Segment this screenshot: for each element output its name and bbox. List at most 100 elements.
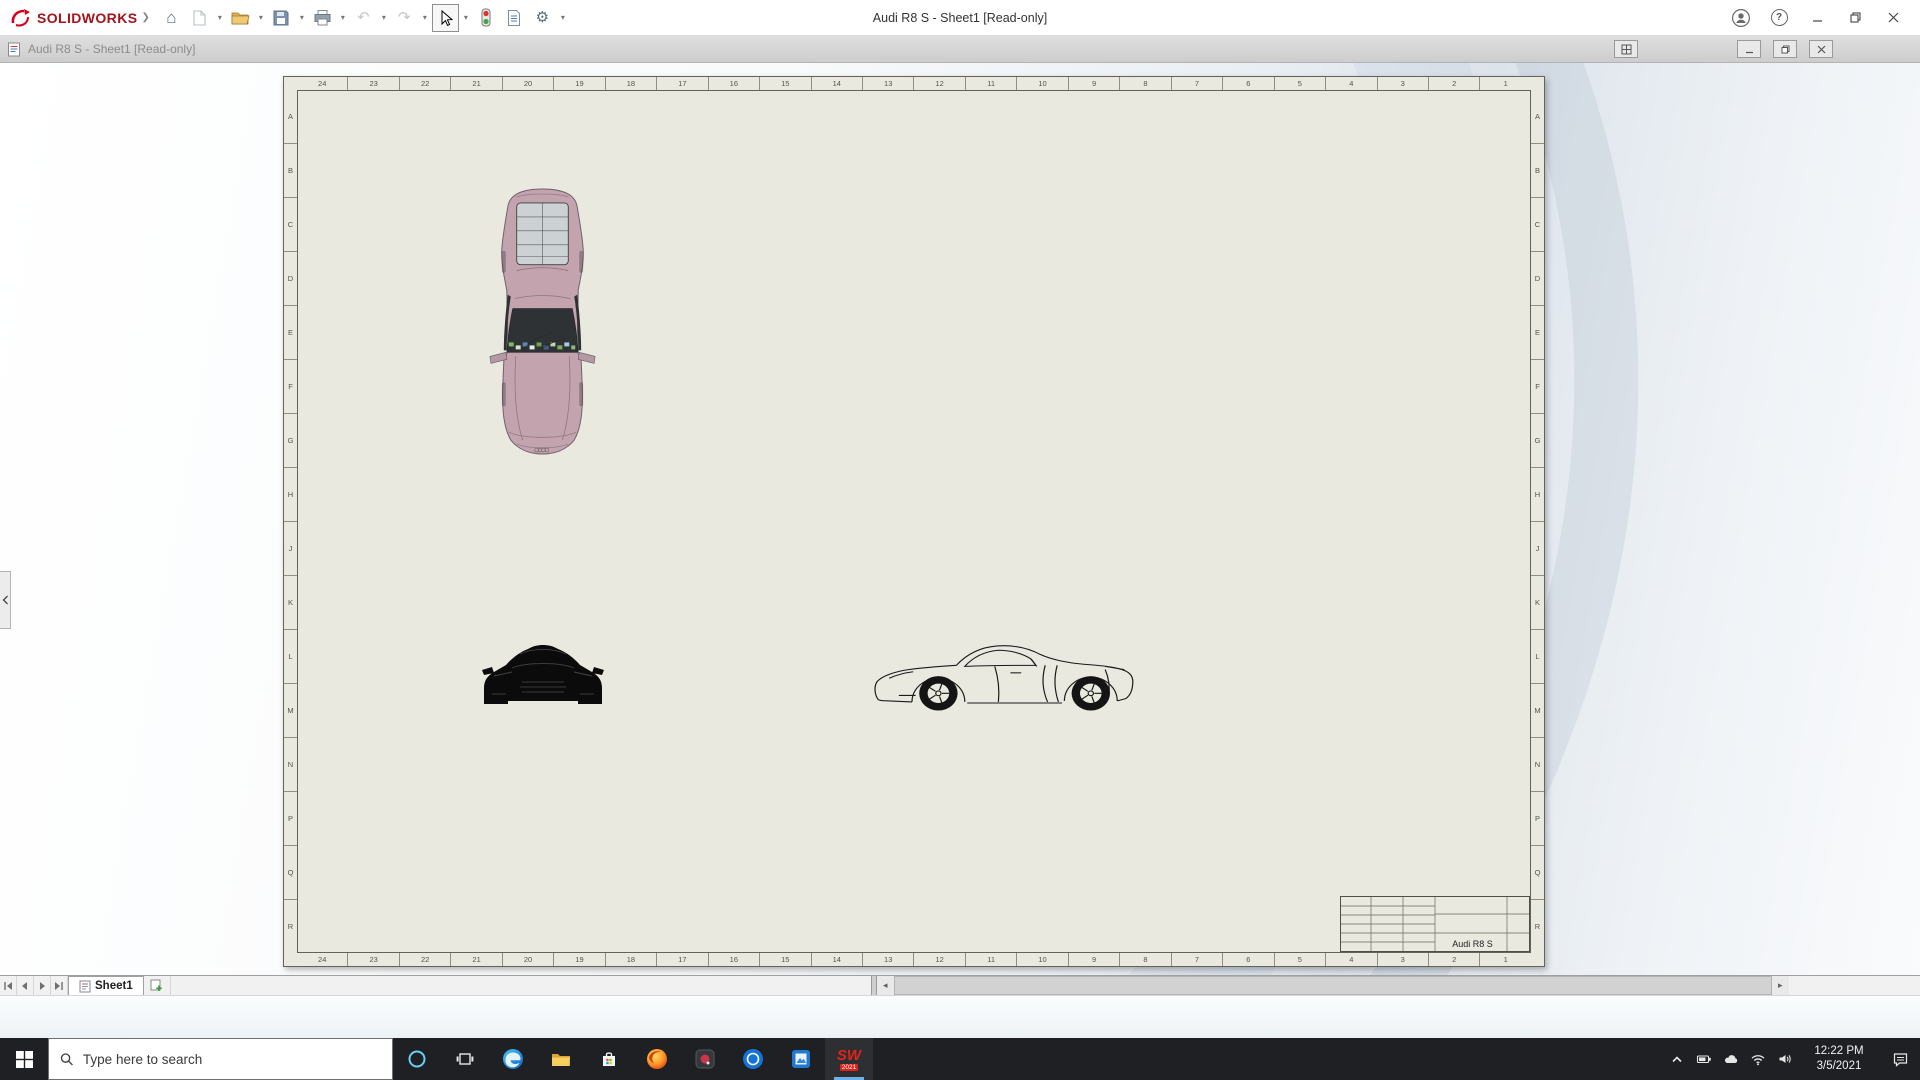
redo-button[interactable]: ↷ — [391, 4, 418, 32]
action-center-button[interactable] — [1880, 1038, 1920, 1080]
media-app-icon — [695, 1049, 715, 1069]
minimize-button[interactable] — [1800, 3, 1834, 33]
first-sheet-icon — [4, 981, 12, 990]
zone-ruler-bottom: 24 23 22 21 20 19 18 17 16 15 14 13 12 11 10 9 8 7 6 5 4 3 2 1 — [297, 953, 1531, 966]
sheet-tab-bar: Sheet1 ◂ ▸ — [0, 975, 1920, 995]
graphics-area[interactable]: 24 23 22 21 20 19 18 17 16 15 14 13 12 11 10 9 8 7 6 5 4 3 2 1 … — [0, 63, 1920, 975]
next-sheet-button[interactable] — [34, 976, 51, 995]
blue-round-app-icon — [743, 1049, 763, 1069]
rebuild-stoplight-icon — [481, 8, 491, 27]
redo-dropdown[interactable]: ▾ — [419, 4, 431, 32]
options-dropdown[interactable]: ▾ — [557, 4, 569, 32]
microsoft-store-button[interactable] — [585, 1038, 633, 1080]
solidworks-app-button[interactable]: SW 2021 — [825, 1038, 873, 1080]
task-view-icon — [456, 1053, 474, 1065]
edge-browser-button[interactable] — [489, 1038, 537, 1080]
home-button[interactable]: ⌂ — [158, 4, 185, 32]
new-document-button[interactable] — [186, 4, 213, 32]
file-explorer-icon — [552, 1054, 570, 1066]
open-dropdown[interactable]: ▾ — [255, 4, 267, 32]
task-view-button[interactable] — [441, 1038, 489, 1080]
rebuild-button[interactable] — [473, 4, 500, 32]
save-button[interactable] — [268, 4, 295, 32]
zone-ruler-right: ABCDEFGHJKLMNPQR — [1531, 90, 1544, 953]
hidden-icons-button[interactable] — [1663, 1038, 1690, 1080]
new-document-dropdown[interactable]: ▾ — [214, 4, 226, 32]
doc-close-button[interactable] — [1809, 40, 1833, 58]
search-icon — [60, 1052, 73, 1065]
clock-time: 12:22 PM — [1814, 1045, 1864, 1058]
chevron-up-icon — [1671, 1056, 1682, 1063]
blue-round-app-button[interactable] — [729, 1038, 777, 1080]
print-dropdown[interactable]: ▾ — [337, 4, 349, 32]
doc-close-icon — [1817, 45, 1825, 53]
maximize-button[interactable] — [1838, 3, 1872, 33]
previous-sheet-button[interactable] — [17, 976, 34, 995]
window-controls: ? — [1724, 3, 1910, 33]
add-sheet-icon — [150, 979, 162, 991]
car-front-view[interactable] — [482, 634, 604, 714]
first-sheet-button[interactable] — [0, 976, 17, 995]
sheet-tab-active[interactable]: Sheet1 — [68, 976, 144, 995]
edge-icon — [503, 1049, 523, 1069]
open-button[interactable] — [227, 4, 254, 32]
scrollbar-thumb[interactable] — [893, 976, 1772, 995]
chevron-left-icon — [2, 595, 8, 605]
select-tool-dropdown[interactable]: ▾ — [460, 4, 472, 32]
previous-sheet-icon — [22, 981, 27, 990]
car-top-view[interactable] — [483, 187, 602, 456]
sheet-tab-label: Sheet1 — [95, 980, 133, 992]
battery-icon — [1696, 1055, 1711, 1064]
add-sheet-button[interactable] — [143, 976, 171, 995]
select-tool-button[interactable] — [431, 3, 459, 32]
start-button[interactable] — [0, 1038, 48, 1080]
account-button[interactable] — [1724, 3, 1758, 33]
scroll-right-button[interactable]: ▸ — [1771, 976, 1789, 995]
help-button[interactable]: ? — [1762, 3, 1796, 33]
save-dropdown[interactable]: ▾ — [296, 4, 308, 32]
drawing-sheet[interactable]: 24 23 22 21 20 19 18 17 16 15 14 13 12 11 10 9 8 7 6 5 4 3 2 1 … — [283, 76, 1545, 967]
close-button[interactable] — [1876, 3, 1910, 33]
doc-minimize-button[interactable] — [1737, 40, 1761, 58]
undo-dropdown[interactable]: ▾ — [378, 4, 390, 32]
minimize-icon — [1812, 20, 1822, 22]
photos-app-icon — [792, 1050, 810, 1068]
system-tray: 12:22 PM 3/5/2021 — [1663, 1038, 1920, 1080]
volume-icon — [1779, 1054, 1791, 1064]
options-button[interactable]: ⚙ — [529, 4, 556, 32]
file-properties-button[interactable] — [501, 4, 528, 32]
solidworks-year-badge: 2021 — [839, 1063, 859, 1071]
drawing-document-icon — [8, 42, 20, 56]
account-icon — [1732, 8, 1750, 27]
firefox-button[interactable] — [633, 1038, 681, 1080]
featuremanager-flyout-tab[interactable] — [0, 571, 11, 629]
cloud-icon — [1724, 1055, 1737, 1063]
taskbar-search[interactable] — [48, 1038, 393, 1080]
brand-expand-arrow[interactable]: ❯ — [141, 12, 149, 23]
media-app-button[interactable] — [681, 1038, 729, 1080]
search-input[interactable] — [82, 1051, 381, 1067]
select-cursor-icon — [441, 9, 454, 26]
undo-button[interactable]: ↶ — [350, 4, 377, 32]
last-sheet-button[interactable] — [51, 976, 68, 995]
scroll-left-button[interactable]: ◂ — [876, 976, 894, 995]
document-title-bar: Audi R8 S - Sheet1 [Read-only] — [0, 36, 1920, 63]
file-explorer-button[interactable] — [537, 1038, 585, 1080]
cortana-button[interactable] — [393, 1038, 441, 1080]
photos-app-button[interactable] — [777, 1038, 825, 1080]
title-block[interactable]: Audi R8 S — [1340, 896, 1530, 952]
solidworks-logo[interactable]: SOLIDWORKS — [10, 8, 137, 28]
taskbar-clock[interactable]: 12:22 PM 3/5/2021 — [1798, 1038, 1880, 1080]
volume-tray-button[interactable] — [1771, 1038, 1798, 1080]
horizontal-scrollbar[interactable]: ◂ ▸ — [876, 976, 1789, 995]
print-button[interactable] — [309, 4, 336, 32]
onedrive-tray-button[interactable] — [1717, 1038, 1744, 1080]
battery-tray-button[interactable] — [1690, 1038, 1717, 1080]
network-tray-button[interactable] — [1744, 1038, 1771, 1080]
viewport-layout-button[interactable] — [1614, 40, 1638, 58]
next-sheet-icon — [40, 981, 45, 990]
doc-restore-button[interactable] — [1773, 40, 1797, 58]
file-properties-icon — [508, 9, 521, 26]
car-side-view[interactable] — [870, 633, 1146, 717]
screen: SOLIDWORKS ❯ ⌂ ▾ ▾ ▾ ▾ ↶ ▾ ↷ ▾ ▾ ⚙ ▾ Aud… — [0, 0, 1920, 1080]
